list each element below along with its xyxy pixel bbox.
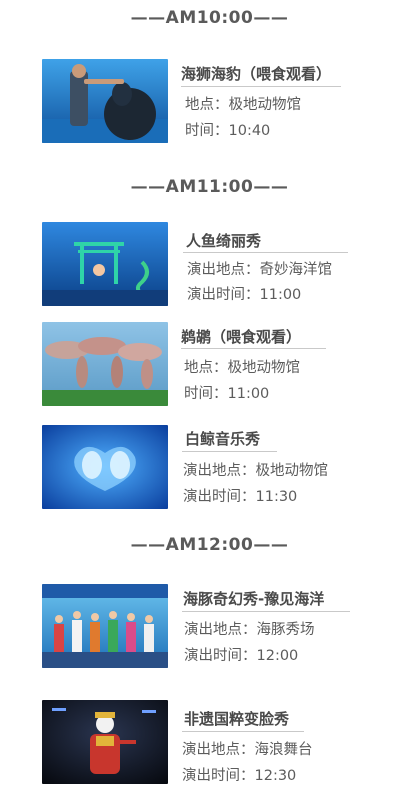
title-divider xyxy=(182,451,277,452)
show-title: 海豚奇幻秀-豫见海洋 xyxy=(183,590,325,608)
show-card-pelican[interactable]: 鹈鹕（喂食观看） 地点：极地动物馆 时间：11:00 xyxy=(0,322,419,412)
title-divider xyxy=(183,252,348,253)
show-location: 地点：极地动物馆 xyxy=(184,356,300,377)
show-time: 演出时间：12:30 xyxy=(182,764,296,785)
location-label: 演出地点： xyxy=(187,262,260,278)
time-label: 演出时间： xyxy=(187,287,260,303)
show-title: 非遗国粹变脸秀 xyxy=(184,710,290,728)
beluga-show-image xyxy=(42,425,168,509)
time-label: 时间： xyxy=(184,386,228,402)
show-card-mermaid[interactable]: 人鱼绮丽秀 演出地点：奇妙海洋馆 演出时间：11:00 xyxy=(0,222,419,312)
show-time: 时间：11:00 xyxy=(184,382,269,403)
title-divider xyxy=(181,86,341,87)
show-title: 海狮海豹（喂食观看） xyxy=(181,65,332,83)
show-card-face-changing[interactable]: 非遗国粹变脸秀 演出地点：海浪舞台 演出时间：12:30 xyxy=(0,700,419,790)
time-label: 演出时间： xyxy=(184,648,257,664)
location-label: 演出地点： xyxy=(183,463,256,479)
time-header-10am: ——AM10:00—— xyxy=(130,8,289,28)
show-time: 演出时间：12:00 xyxy=(184,644,298,665)
show-title: 人鱼绮丽秀 xyxy=(186,232,262,250)
location-label: 地点： xyxy=(185,97,229,113)
show-location: 演出地点：极地动物馆 xyxy=(183,459,328,480)
location-value: 海豚秀场 xyxy=(256,622,315,638)
show-time: 时间：10:40 xyxy=(185,119,270,140)
dolphin-show-image xyxy=(42,584,168,668)
show-title: 鹈鹕（喂食观看） xyxy=(181,328,302,346)
show-location: 演出地点：海豚秀场 xyxy=(184,618,315,639)
pelican-image xyxy=(42,322,168,406)
sea-lion-image xyxy=(42,59,168,143)
title-divider xyxy=(181,348,326,349)
time-value: 11:00 xyxy=(259,287,302,303)
time-value: 12:00 xyxy=(256,648,299,664)
time-value: 11:00 xyxy=(227,386,270,402)
location-value: 极地动物馆 xyxy=(227,360,301,376)
location-value: 奇妙海洋馆 xyxy=(259,262,333,278)
time-header-11am: ——AM11:00—— xyxy=(130,177,289,197)
time-value: 10:40 xyxy=(228,123,271,139)
location-value: 极地动物馆 xyxy=(228,97,302,113)
title-divider xyxy=(182,611,350,612)
time-value: 11:30 xyxy=(255,489,298,505)
show-card-dolphin[interactable]: 海豚奇幻秀-豫见海洋 演出地点：海豚秀场 演出时间：12:00 xyxy=(0,582,419,672)
show-card-beluga[interactable]: 白鲸音乐秀 演出地点：极地动物馆 演出时间：11:30 xyxy=(0,424,419,514)
time-header-12pm: ——AM12:00—— xyxy=(130,535,289,555)
time-value: 12:30 xyxy=(254,768,297,784)
time-label: 演出时间： xyxy=(183,489,256,505)
location-label: 演出地点： xyxy=(182,742,255,758)
show-card-sea-lion[interactable]: 海狮海豹（喂食观看） 地点：极地动物馆 时间：10:40 xyxy=(0,56,419,146)
mermaid-show-image xyxy=(42,222,168,306)
time-label: 时间： xyxy=(185,123,229,139)
show-location: 地点：极地动物馆 xyxy=(185,93,301,114)
location-label: 地点： xyxy=(184,360,228,376)
show-location: 演出地点：海浪舞台 xyxy=(182,738,313,759)
show-location: 演出地点：奇妙海洋馆 xyxy=(187,258,332,279)
show-time: 演出时间：11:30 xyxy=(183,485,297,506)
face-changing-image xyxy=(42,700,168,784)
show-title: 白鲸音乐秀 xyxy=(185,430,261,448)
title-divider xyxy=(182,731,304,732)
show-time: 演出时间：11:00 xyxy=(187,283,301,304)
location-value: 海浪舞台 xyxy=(254,742,313,758)
location-value: 极地动物馆 xyxy=(255,463,329,479)
time-label: 演出时间： xyxy=(182,768,255,784)
location-label: 演出地点： xyxy=(184,622,257,638)
